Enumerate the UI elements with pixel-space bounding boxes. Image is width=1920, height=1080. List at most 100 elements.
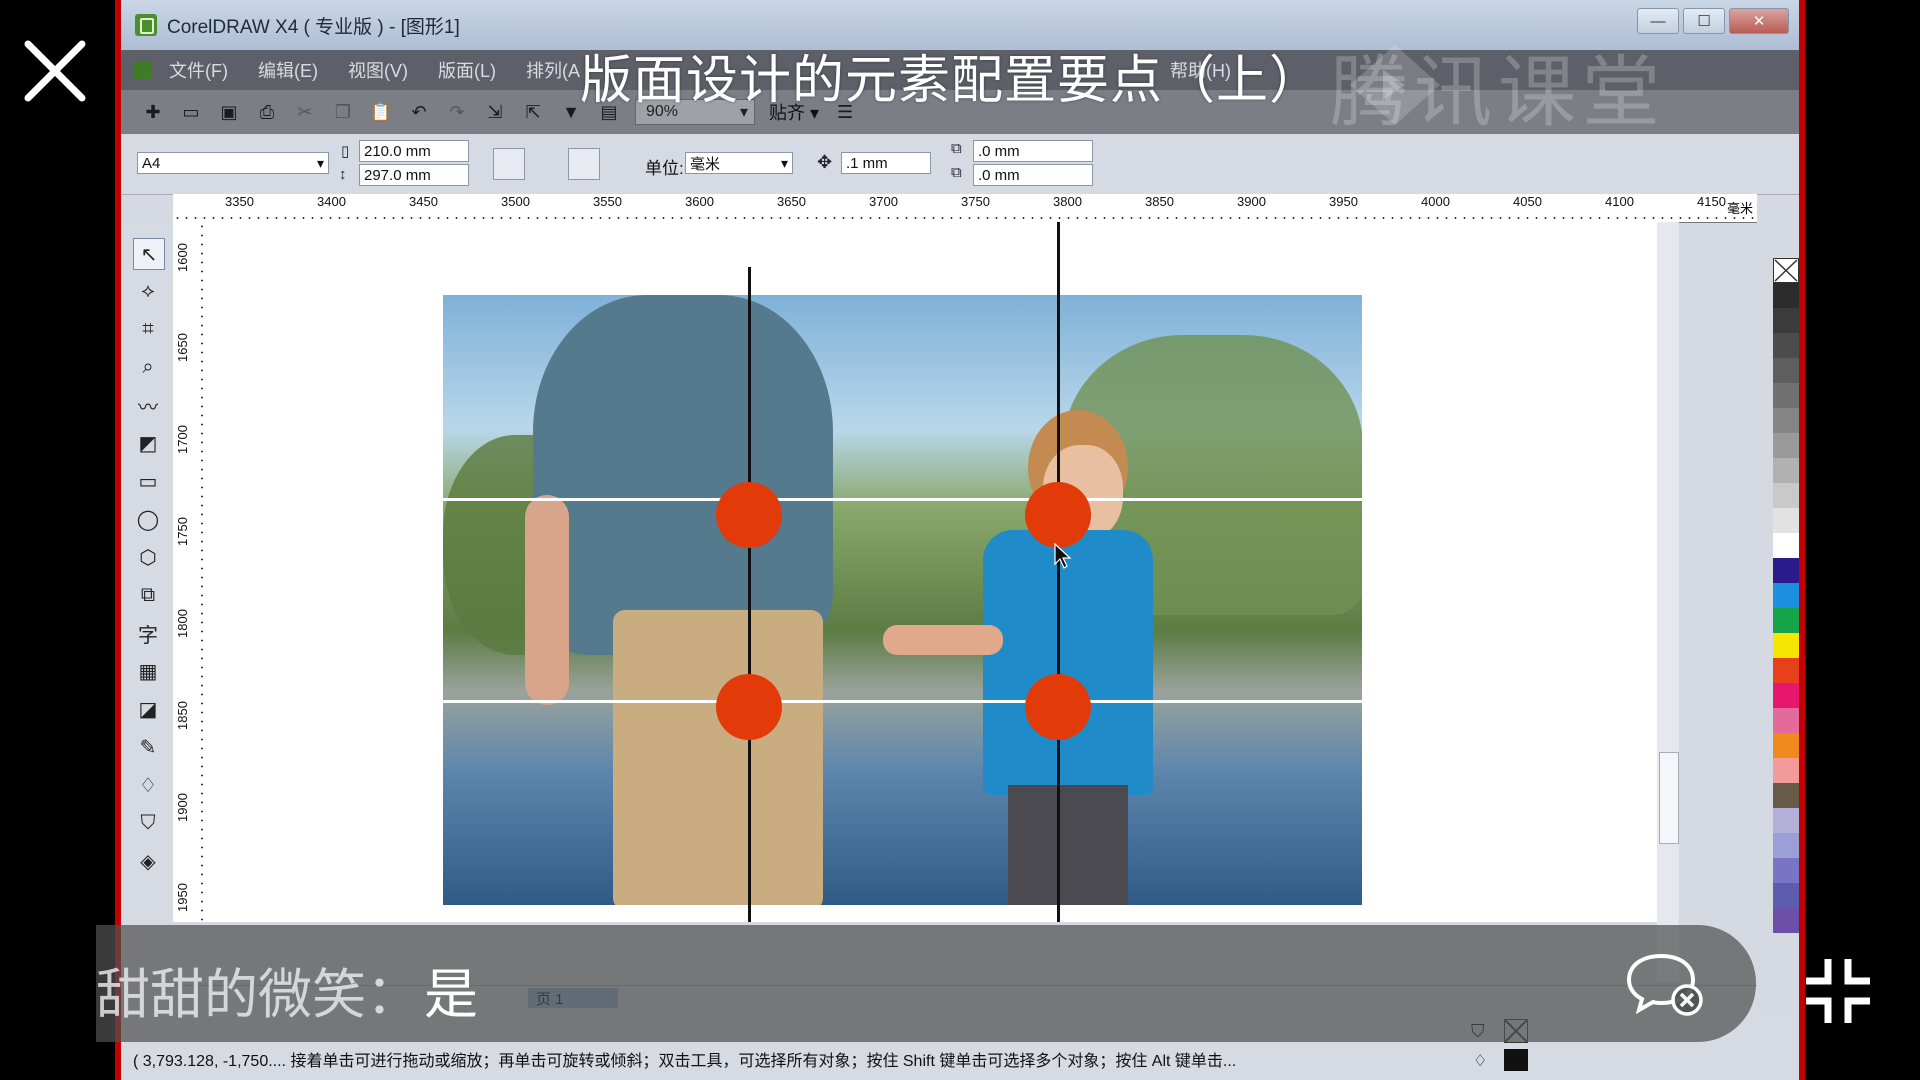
frame-border-right [1799, 0, 1805, 1080]
color-swatch[interactable] [1773, 808, 1799, 833]
color-palette [1773, 258, 1799, 933]
portrait-button[interactable] [493, 148, 525, 180]
menu-layout[interactable]: 版面(L) [438, 57, 496, 83]
crop-tool-icon[interactable]: ⌗ [133, 314, 163, 344]
horizontal-guide-upper[interactable] [443, 498, 1362, 501]
pick-tool-icon[interactable]: ↖ [133, 238, 165, 270]
duplicate-y-input[interactable]: .0 mm [973, 164, 1093, 186]
basic-shapes-tool-icon[interactable]: ⧉ [133, 580, 163, 610]
horizontal-ruler[interactable]: 3350 3400 3450 3500 3550 3600 3650 3700 … [173, 194, 1757, 223]
undo-icon[interactable]: ↶ [407, 100, 431, 124]
color-swatch[interactable] [1773, 633, 1799, 658]
color-swatch[interactable] [1773, 783, 1799, 808]
menu-arrange[interactable]: 排列(A [526, 57, 580, 83]
interactive-fill-tool-icon[interactable]: ◈ [133, 846, 163, 876]
vertical-scrollbar[interactable] [1657, 222, 1679, 982]
color-swatch[interactable] [1773, 508, 1799, 533]
color-swatch[interactable] [1773, 333, 1799, 358]
color-swatch[interactable] [1773, 658, 1799, 683]
color-swatch[interactable] [1773, 558, 1799, 583]
ruler-tick-label: 1700 [175, 425, 190, 454]
cut-icon[interactable]: ✂ [293, 100, 317, 124]
intersection-dot[interactable] [716, 674, 782, 740]
current-page-button[interactable] [603, 148, 635, 180]
color-swatch[interactable] [1773, 683, 1799, 708]
color-swatch[interactable] [1773, 458, 1799, 483]
polygon-tool-icon[interactable]: ⬡ [133, 542, 163, 572]
ruler-tick-label: 3900 [1237, 194, 1266, 209]
units-select[interactable]: 毫米 [685, 152, 793, 174]
table-tool-icon[interactable]: ▦ [133, 656, 163, 686]
horizontal-guide-lower[interactable] [443, 700, 1362, 703]
close-window-button[interactable]: ✕ [1729, 8, 1789, 34]
color-swatch[interactable] [1773, 308, 1799, 333]
color-swatch[interactable] [1773, 483, 1799, 508]
save-icon[interactable]: ▣ [217, 100, 241, 124]
export-icon[interactable]: ⇱ [521, 100, 545, 124]
duplicate-x-icon: ⧉ [951, 140, 962, 157]
copy-icon[interactable]: ❐ [331, 100, 355, 124]
redo-icon[interactable]: ↷ [445, 100, 469, 124]
chat-toggle-icon[interactable] [1625, 950, 1707, 1020]
freehand-tool-icon[interactable]: 〰 [133, 390, 163, 420]
color-swatch[interactable] [1773, 708, 1799, 733]
drawing-canvas[interactable] [207, 222, 1657, 922]
vertical-guide-left[interactable] [748, 267, 751, 922]
outline-tool-icon[interactable]: ♢ [133, 770, 163, 800]
paper-size-select[interactable]: A4 [137, 152, 329, 174]
beach-photo[interactable] [443, 295, 1362, 905]
shape-tool-icon[interactable]: ⟡ [133, 276, 163, 306]
paper-height-input[interactable]: 297.0 mm [359, 164, 469, 186]
menu-edit[interactable]: 编辑(E) [258, 57, 318, 83]
color-swatch[interactable] [1773, 758, 1799, 783]
maximize-button[interactable]: ☐ [1683, 8, 1725, 34]
print-icon[interactable]: ⎙ [255, 100, 279, 124]
duplicate-x-input[interactable]: .0 mm [973, 140, 1093, 162]
intersection-dot[interactable] [1025, 482, 1091, 548]
vertical-ruler[interactable]: 1600 1650 1700 1750 1800 1850 1900 1950 [173, 222, 208, 922]
eyedropper-tool-icon[interactable]: ✎ [133, 732, 163, 762]
color-swatch[interactable] [1773, 608, 1799, 633]
color-swatch[interactable] [1773, 733, 1799, 758]
outline-color-indicator[interactable] [1504, 1049, 1528, 1071]
no-color-swatch[interactable] [1773, 258, 1799, 283]
all-pages-button[interactable] [568, 148, 600, 180]
rectangle-tool-icon[interactable]: ▭ [133, 466, 163, 496]
fill-tool-icon[interactable]: ⛉ [133, 808, 163, 838]
color-swatch[interactable] [1773, 533, 1799, 558]
text-tool-icon[interactable]: 字 [133, 618, 163, 648]
import-icon[interactable]: ⇲ [483, 100, 507, 124]
window-title: CorelDRAW X4 ( 专业版 ) - [图形1] [167, 16, 460, 38]
exit-fullscreen-icon[interactable] [1802, 955, 1874, 1027]
intersection-dot[interactable] [1025, 674, 1091, 740]
open-folder-icon[interactable]: ▭ [179, 100, 203, 124]
menu-file[interactable]: 文件(F) [169, 57, 228, 83]
menu-view[interactable]: 视图(V) [348, 57, 408, 83]
landscape-button[interactable] [528, 148, 560, 180]
color-swatch[interactable] [1773, 583, 1799, 608]
color-swatch[interactable] [1773, 283, 1799, 308]
vertical-guide-right[interactable] [1057, 222, 1060, 922]
color-swatch[interactable] [1773, 908, 1799, 933]
color-swatch[interactable] [1773, 433, 1799, 458]
nudge-distance-input[interactable]: .1 mm [841, 152, 931, 174]
color-swatch[interactable] [1773, 408, 1799, 433]
ellipse-tool-icon[interactable]: ◯ [133, 504, 163, 534]
close-icon[interactable] [22, 38, 88, 104]
father-shirt [533, 295, 833, 655]
intersection-dot[interactable] [716, 482, 782, 548]
scrollbar-thumb[interactable] [1659, 752, 1679, 844]
smart-fill-tool-icon[interactable]: ◩ [133, 428, 163, 458]
color-swatch[interactable] [1773, 833, 1799, 858]
new-document-icon[interactable]: ✚ [141, 100, 165, 124]
color-swatch[interactable] [1773, 383, 1799, 408]
paper-width-input[interactable]: 210.0 mm [359, 140, 469, 162]
color-swatch[interactable] [1773, 358, 1799, 383]
color-swatch[interactable] [1773, 858, 1799, 883]
zoom-tool-icon[interactable]: ⌕ [133, 352, 163, 382]
color-swatch[interactable] [1773, 883, 1799, 908]
interactive-blend-tool-icon[interactable]: ◪ [133, 694, 163, 724]
watermark-text: 腾讯课堂 [1330, 48, 1667, 136]
paste-icon[interactable]: 📋 [369, 100, 393, 124]
duplicate-y-value: .0 mm [978, 166, 1020, 184]
